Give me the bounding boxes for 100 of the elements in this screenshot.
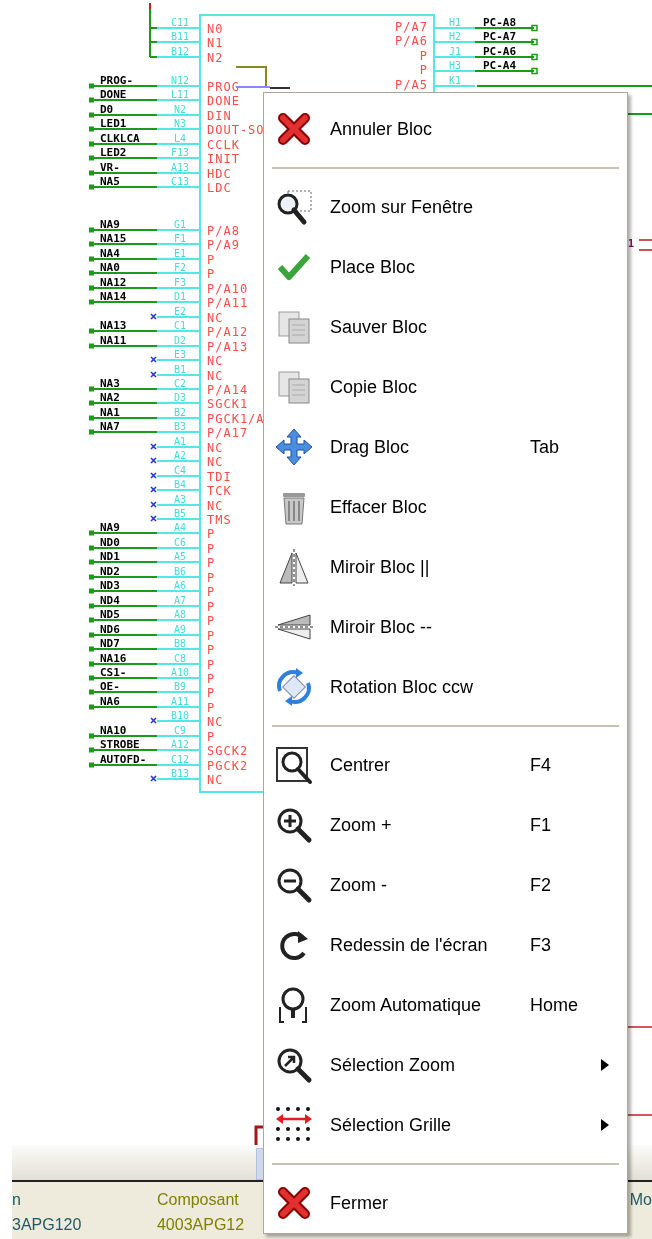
pin-number: B13 xyxy=(170,768,190,779)
net-label: VR- xyxy=(100,161,120,174)
pin-name: DONE xyxy=(207,94,240,108)
magnifier-page-icon xyxy=(274,745,314,785)
pin-name: TDI xyxy=(207,470,232,484)
pin-line xyxy=(433,85,476,87)
net-label: NA7 xyxy=(100,420,120,433)
wire xyxy=(89,83,158,89)
pin-name: NC xyxy=(207,773,224,787)
wire xyxy=(474,24,538,32)
pin-name: NC xyxy=(207,441,224,455)
menu-item[interactable]: Sélection Grille xyxy=(264,1095,627,1155)
wire xyxy=(89,141,158,147)
wire xyxy=(89,646,158,652)
menu-item[interactable]: Zoom sur Fenêtre xyxy=(264,177,627,237)
pin-line xyxy=(156,561,201,563)
pin-line xyxy=(156,417,201,419)
pin-name: P xyxy=(207,267,216,281)
pin-number: B12 xyxy=(170,46,190,57)
pin-name: PROG xyxy=(207,80,240,94)
net-label: ND4 xyxy=(100,594,120,607)
pin-line xyxy=(156,27,201,29)
net-label: PROG- xyxy=(100,74,134,87)
pin-name: LDC xyxy=(207,181,232,195)
pin-line xyxy=(156,677,201,679)
net-label: LED1 xyxy=(100,117,127,130)
pin-line xyxy=(433,56,476,58)
pin-line xyxy=(156,634,201,636)
menu-item[interactable]: Place Bloc xyxy=(264,237,627,297)
net-label: NA2 xyxy=(100,391,120,404)
pin-line xyxy=(433,41,476,43)
pin-name: P xyxy=(419,63,428,77)
net-label: LED2 xyxy=(100,146,127,159)
pin-number: A10 xyxy=(170,667,190,678)
pin-name: P xyxy=(207,701,216,715)
wire xyxy=(254,1125,264,1145)
menu-item[interactable]: Sauver Bloc xyxy=(264,297,627,357)
menu-item[interactable]: Centrer F4 xyxy=(264,735,627,795)
pin-name: PGCK1/A xyxy=(207,412,265,426)
menu-item[interactable]: Redessin de l'écran F3 xyxy=(264,915,627,975)
pin-number: B4 xyxy=(174,479,186,490)
net-label: ND2 xyxy=(100,565,120,578)
pin-line xyxy=(156,243,201,245)
wire xyxy=(89,704,158,710)
wire xyxy=(89,661,158,667)
pin-line xyxy=(156,229,201,231)
net-label: D0 xyxy=(100,103,114,116)
net-label: ND7 xyxy=(100,637,120,650)
wire xyxy=(89,574,158,580)
pin-name: P xyxy=(207,614,216,628)
menu-item[interactable]: Zoom Automatique Home xyxy=(264,975,627,1035)
pin-name: NC xyxy=(207,455,224,469)
pin-number: B8 xyxy=(174,638,186,649)
pin-number: G1 xyxy=(174,219,186,230)
shortcut-label: Home xyxy=(530,994,579,1016)
net-label: NA15 xyxy=(100,232,127,245)
pin-line xyxy=(156,547,201,549)
wire xyxy=(89,285,158,291)
wire xyxy=(89,299,158,305)
pin-number: B5 xyxy=(174,508,186,519)
menu-item[interactable]: Copie Bloc xyxy=(264,357,627,417)
rotate-arrows-icon xyxy=(274,667,314,707)
pin-number: C2 xyxy=(174,378,186,389)
no-connect-mark xyxy=(150,443,157,450)
pin-line xyxy=(156,446,201,448)
pin-line xyxy=(433,70,476,72)
menu-item[interactable]: Drag Bloc Tab xyxy=(264,417,627,477)
wire xyxy=(89,545,158,551)
net-label: NA6 xyxy=(100,695,120,708)
wire xyxy=(89,126,158,132)
menu-item[interactable]: Miroir Bloc || xyxy=(264,537,627,597)
menu-item[interactable]: Sélection Zoom xyxy=(264,1035,627,1095)
net-label: NA9 xyxy=(100,218,120,231)
menu-item[interactable]: Rotation Bloc ccw xyxy=(264,657,627,717)
pin-name: P xyxy=(207,643,216,657)
status-label: Composant xyxy=(156,1190,239,1210)
net-label: AUTOFD- xyxy=(100,753,147,766)
net-label: NA4 xyxy=(100,247,120,260)
pin-line xyxy=(156,128,201,130)
pin-line xyxy=(156,157,201,159)
pin-number: A13 xyxy=(170,162,190,173)
pin-line xyxy=(156,489,201,491)
pin-number: H3 xyxy=(449,60,461,71)
pin-number: B11 xyxy=(170,31,190,42)
menu-item[interactable]: Effacer Bloc xyxy=(264,477,627,537)
menu-item[interactable]: Zoom + F1 xyxy=(264,795,627,855)
menu-item[interactable]: Fermer xyxy=(264,1173,627,1233)
menu-item[interactable]: Miroir Bloc -- xyxy=(264,597,627,657)
menu-item[interactable]: Annuler Bloc xyxy=(264,99,627,159)
pin-name: N2 xyxy=(207,51,224,65)
net-label: NA14 xyxy=(100,290,127,303)
pin-number: J1 xyxy=(449,46,461,57)
status-value: 3APG120 xyxy=(12,1215,82,1235)
net-label: ND5 xyxy=(100,608,120,621)
pin-name: P/A13 xyxy=(207,340,249,354)
pin-number: F2 xyxy=(174,262,186,273)
pin-name: P/A11 xyxy=(207,296,249,310)
menu-item[interactable]: Zoom - F2 xyxy=(264,855,627,915)
pin-line xyxy=(156,316,201,318)
pin-number: B3 xyxy=(174,421,186,432)
